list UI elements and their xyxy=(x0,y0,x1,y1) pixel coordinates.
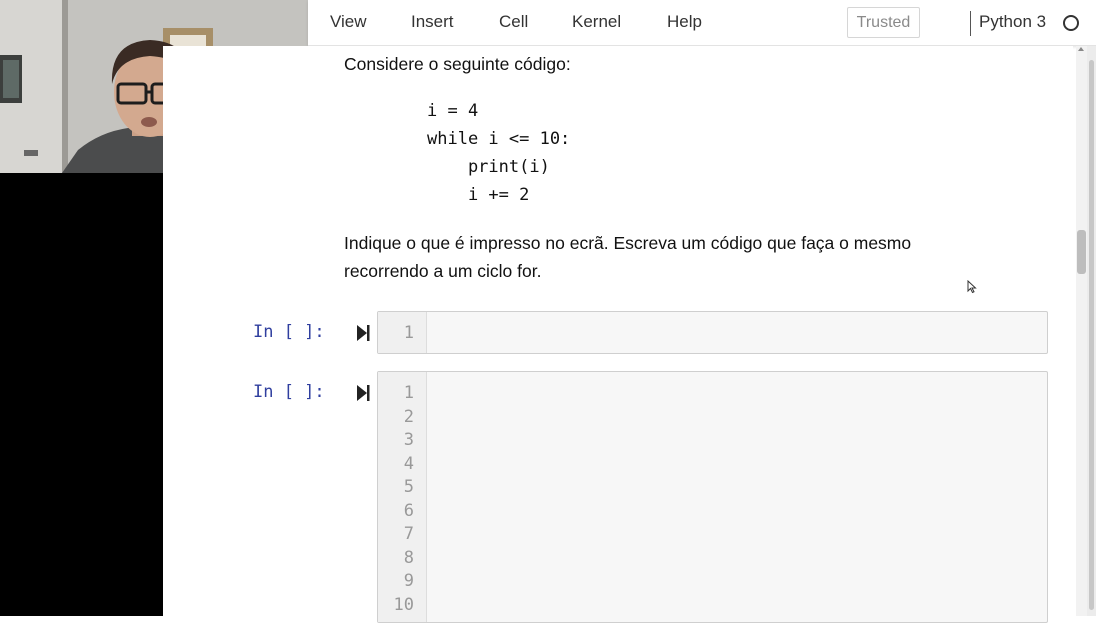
line-number-gutter: 1 2 3 4 5 6 7 8 9 10 xyxy=(378,372,427,622)
line-number: 8 xyxy=(403,548,414,568)
run-cell-2-icon[interactable] xyxy=(356,384,370,402)
menu-cell[interactable]: Cell xyxy=(499,12,528,32)
kernel-name[interactable]: Python 3 xyxy=(979,12,1046,32)
line-number: 7 xyxy=(403,524,414,544)
notebook-scrollbar-thumb[interactable] xyxy=(1077,230,1086,274)
kernel-status-icon xyxy=(1063,15,1079,31)
line-number: 9 xyxy=(403,571,414,591)
line-number: 10 xyxy=(393,595,414,615)
code-cell-2-input[interactable]: 1 2 3 4 5 6 7 8 9 10 xyxy=(377,371,1048,623)
menu-insert[interactable]: Insert xyxy=(411,12,454,32)
cell-2-prompt: In [ ]: xyxy=(253,382,325,402)
menu-kernel[interactable]: Kernel xyxy=(572,12,621,32)
notebook-scrollbar-track[interactable] xyxy=(1076,46,1087,616)
menu-view[interactable]: View xyxy=(330,12,367,32)
markdown-question-line-2: recorrendo a um ciclo for. xyxy=(344,261,542,281)
scroll-up-arrow-icon[interactable] xyxy=(1078,47,1084,51)
black-background-area xyxy=(0,173,163,616)
mouse-cursor-icon xyxy=(967,280,977,294)
kernel-separator xyxy=(970,11,971,36)
line-number: 1 xyxy=(403,323,414,343)
line-number: 6 xyxy=(403,501,414,521)
menu-help[interactable]: Help xyxy=(667,12,702,32)
markdown-intro-text: Considere o seguinte código: xyxy=(344,54,571,74)
line-number: 5 xyxy=(403,477,414,497)
line-number: 2 xyxy=(403,407,414,427)
line-number: 4 xyxy=(403,454,414,474)
line-number: 1 xyxy=(403,383,414,403)
code-cell-1-input[interactable]: 1 xyxy=(377,311,1048,354)
line-number: 3 xyxy=(403,430,414,450)
notebook-container: Considere o seguinte código: i = 4 while… xyxy=(163,46,1073,623)
cell-1-prompt: In [ ]: xyxy=(253,322,325,342)
trusted-indicator[interactable]: Trusted xyxy=(847,7,920,38)
markdown-code-listing: i = 4 while i <= 10: print(i) i += 2 xyxy=(427,101,571,205)
notebook-menubar: View Insert Cell Kernel Help Trusted Pyt… xyxy=(308,0,1096,46)
page-scrollbar-thumb[interactable] xyxy=(1089,60,1094,610)
run-cell-1-icon[interactable] xyxy=(356,324,370,342)
markdown-question-line-1: Indique o que é impresso no ecrã. Escrev… xyxy=(344,233,912,253)
line-number-gutter: 1 xyxy=(378,312,427,353)
